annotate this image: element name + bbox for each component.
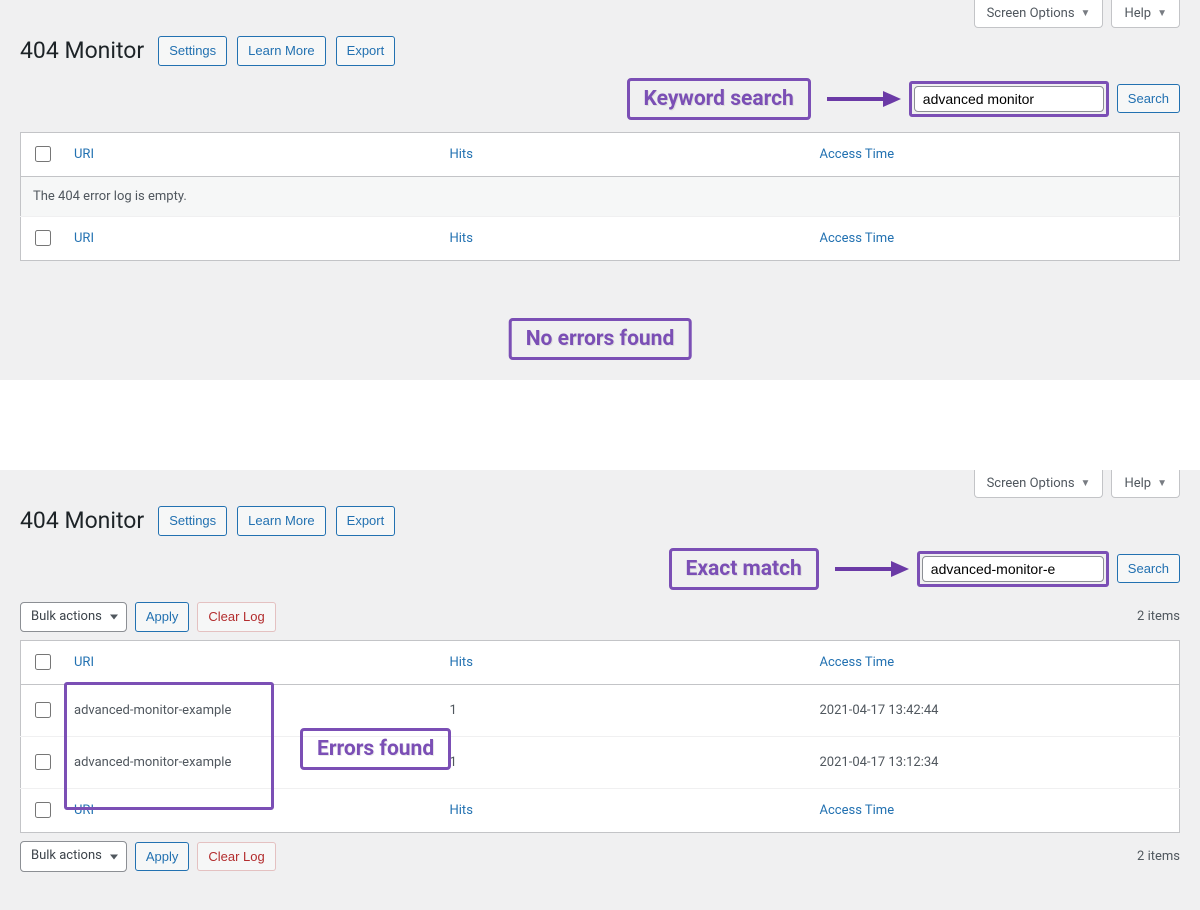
help-label: Help <box>1124 6 1151 21</box>
cell-uri: advanced-monitor-example <box>64 737 440 789</box>
export-button[interactable]: Export <box>336 36 396 66</box>
page-title: 404 Monitor <box>20 37 144 64</box>
settings-button[interactable]: Settings <box>158 506 227 536</box>
col-hits-footer[interactable]: Hits <box>440 789 810 833</box>
chevron-down-icon: ▼ <box>1157 478 1167 489</box>
errors-table: URI Hits Access Time advanced-monitor-ex… <box>20 640 1180 833</box>
annotation-keyword-search: Keyword search <box>627 78 811 120</box>
cell-uri: advanced-monitor-example <box>64 685 440 737</box>
select-all-checkbox[interactable] <box>35 146 51 162</box>
search-highlight <box>909 81 1109 117</box>
cell-hits: 1 <box>440 737 810 789</box>
empty-row: The 404 error log is empty. <box>21 176 1180 216</box>
search-button[interactable]: Search <box>1117 84 1180 114</box>
help-label: Help <box>1124 476 1151 491</box>
select-all-checkbox-footer[interactable] <box>35 230 51 246</box>
col-access-time[interactable]: Access Time <box>810 132 1180 176</box>
export-button[interactable]: Export <box>336 506 396 536</box>
items-count: 2 items <box>1137 849 1180 864</box>
settings-button[interactable]: Settings <box>158 36 227 66</box>
col-hits[interactable]: Hits <box>440 641 810 685</box>
errors-table: URI Hits Access Time The 404 error log i… <box>20 132 1180 261</box>
col-access-time-footer[interactable]: Access Time <box>810 789 1180 833</box>
arrow-icon <box>825 87 901 111</box>
arrow-icon <box>833 557 909 581</box>
col-uri-footer[interactable]: URI <box>64 789 440 833</box>
cell-time: 2021-04-17 13:12:34 <box>810 737 1180 789</box>
col-uri-footer[interactable]: URI <box>64 216 440 260</box>
bulk-actions-label: Bulk actions <box>31 846 102 867</box>
search-input[interactable] <box>914 86 1104 112</box>
col-uri[interactable]: URI <box>64 132 440 176</box>
clear-log-button[interactable]: Clear Log <box>197 602 275 632</box>
col-access-time[interactable]: Access Time <box>810 641 1180 685</box>
select-all-checkbox-footer[interactable] <box>35 802 51 818</box>
col-hits-footer[interactable]: Hits <box>440 216 810 260</box>
panel-exact-match: Screen Options ▼ Help ▼ 404 Monitor Sett… <box>0 470 1200 910</box>
table-row: advanced-monitor-example 1 2021-04-17 13… <box>21 685 1180 737</box>
page-header: 404 Monitor Settings Learn More Export <box>20 498 1180 548</box>
table-row: advanced-monitor-example 1 2021-04-17 13… <box>21 737 1180 789</box>
col-access-time-footer[interactable]: Access Time <box>810 216 1180 260</box>
apply-button[interactable]: Apply <box>135 842 190 872</box>
annotation-no-errors: No errors found <box>509 318 692 360</box>
apply-button[interactable]: Apply <box>135 602 190 632</box>
row-checkbox[interactable] <box>35 702 51 718</box>
cell-hits: 1 <box>440 685 810 737</box>
panel-keyword-search: Screen Options ▼ Help ▼ 404 Monitor Sett… <box>0 0 1200 380</box>
bulk-actions-select[interactable]: Bulk actions <box>20 602 127 633</box>
page-header: 404 Monitor Settings Learn More Export <box>20 28 1180 78</box>
search-button[interactable]: Search <box>1117 554 1180 584</box>
screen-options-tab[interactable]: Screen Options ▼ <box>974 470 1104 498</box>
screen-options-label: Screen Options <box>987 6 1075 21</box>
items-count: 2 items <box>1137 609 1180 624</box>
clear-log-button[interactable]: Clear Log <box>197 842 275 872</box>
search-highlight <box>917 551 1109 587</box>
learn-more-button[interactable]: Learn More <box>237 506 325 536</box>
screen-meta-links: Screen Options ▼ Help ▼ <box>20 0 1180 28</box>
chevron-down-icon: ▼ <box>1081 478 1091 489</box>
help-tab[interactable]: Help ▼ <box>1111 470 1180 498</box>
bulk-actions-select[interactable]: Bulk actions <box>20 841 127 872</box>
chevron-down-icon: ▼ <box>1081 8 1091 19</box>
search-bar: Exact match Search <box>20 548 1180 590</box>
tablenav-bottom: Bulk actions Apply Clear Log 2 items <box>20 841 1180 872</box>
chevron-down-icon: ▼ <box>1157 8 1167 19</box>
screen-options-label: Screen Options <box>987 476 1075 491</box>
screen-meta-links: Screen Options ▼ Help ▼ <box>20 470 1180 498</box>
search-input[interactable] <box>922 556 1104 582</box>
bulk-actions-label: Bulk actions <box>31 607 102 628</box>
tablenav-top: Bulk actions Apply Clear Log 2 items <box>20 602 1180 633</box>
col-hits[interactable]: Hits <box>440 132 810 176</box>
help-tab[interactable]: Help ▼ <box>1111 0 1180 28</box>
empty-message: The 404 error log is empty. <box>21 176 1180 216</box>
panel-gap <box>0 380 1200 470</box>
search-bar: Keyword search Search <box>20 78 1180 120</box>
row-checkbox[interactable] <box>35 754 51 770</box>
cell-time: 2021-04-17 13:42:44 <box>810 685 1180 737</box>
col-uri[interactable]: URI <box>64 641 440 685</box>
screen-options-tab[interactable]: Screen Options ▼ <box>974 0 1104 28</box>
page-title: 404 Monitor <box>20 507 144 534</box>
learn-more-button[interactable]: Learn More <box>237 36 325 66</box>
select-all-checkbox[interactable] <box>35 654 51 670</box>
annotation-exact-match: Exact match <box>669 548 819 590</box>
